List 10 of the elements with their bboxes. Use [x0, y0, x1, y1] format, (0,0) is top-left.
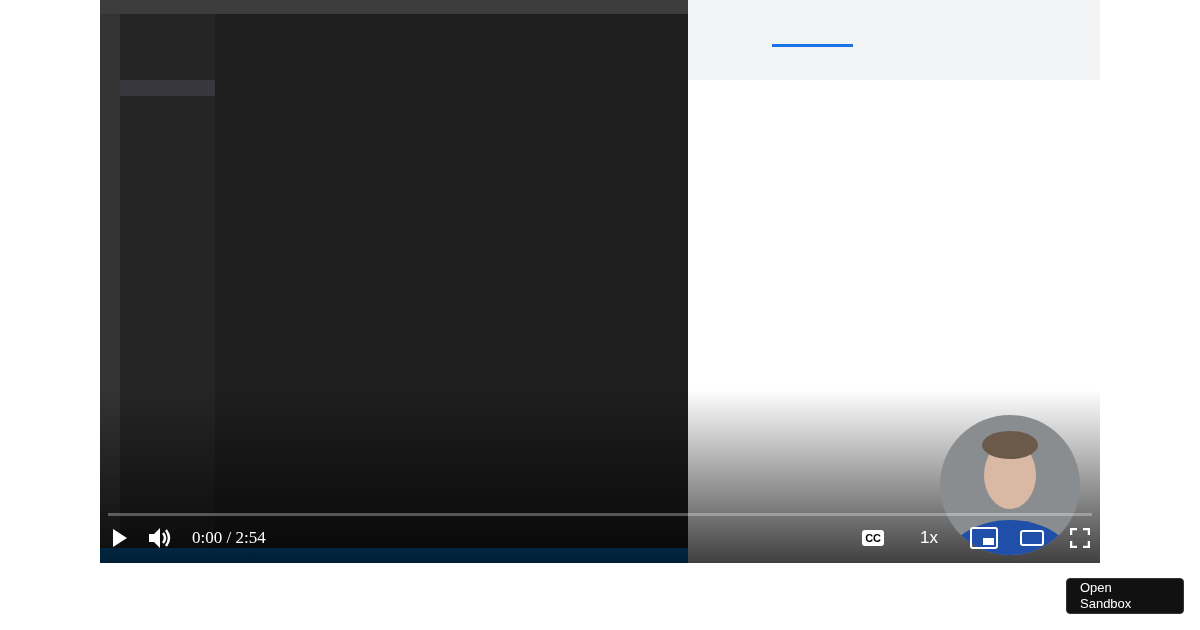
- captions-button[interactable]: CC: [862, 530, 885, 546]
- play-icon: [112, 528, 128, 548]
- picture-in-picture-icon: [970, 527, 998, 549]
- theater-mode-icon: [1020, 530, 1044, 546]
- fullscreen-icon: [1070, 528, 1090, 548]
- open-sandbox-button[interactable]: Open Sandbox: [1066, 578, 1184, 614]
- speed-button[interactable]: 1x: [920, 525, 938, 551]
- pip-button[interactable]: [970, 526, 998, 550]
- progress-bar[interactable]: [108, 513, 1092, 516]
- time-display: 0:00 / 2:54: [192, 527, 266, 550]
